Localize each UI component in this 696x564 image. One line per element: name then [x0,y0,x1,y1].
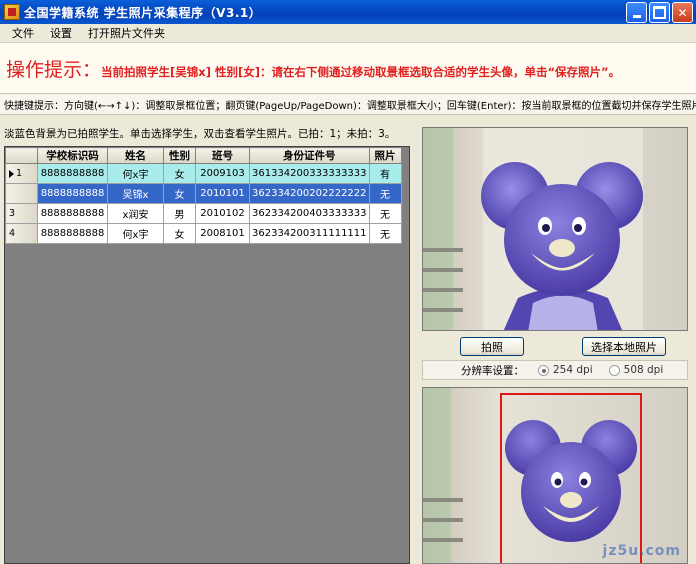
cell-class[interactable]: 2010102 [195,203,250,224]
close-button[interactable]: ✕ [672,2,693,23]
col-gender[interactable]: 性别 [163,147,196,164]
watermark: jz5u.com [602,543,681,559]
camera-preview-image [423,128,687,330]
app-icon [4,4,20,20]
hint-title: 操作提示： [6,59,102,81]
cell-school-id[interactable]: 8888888888 [37,203,108,224]
menu-open-photo-folder[interactable]: 打开照片文件夹 [80,25,173,41]
menu-settings[interactable]: 设置 [42,25,80,41]
table-row[interactable]: 1 8888888888 何x宇 女 2009103 3613342003333… [5,163,402,184]
operation-hint: 操作提示：当前拍照学生[吴锦x] 性别[女]：请在右下侧通过移动取景框选取合适的… [0,43,696,93]
shortcut-text: 方向键(←→↑↓)：调整取景框位置；翻页键(PageUp/PageDown)：调… [64,100,696,112]
student-grid[interactable]: 学校标识码 姓名 性别 班号 身份证件号 照片 1 8888888888 何x宇… [4,146,410,564]
grid-corner [5,147,38,164]
col-name[interactable]: 姓名 [107,147,164,164]
radio-selected-icon[interactable] [538,364,549,376]
cell-school-id[interactable]: 8888888888 [37,223,108,244]
resolution-setting: 分辨率设置： 254 dpi 508 dpi [422,360,688,380]
col-id-number[interactable]: 身份证件号 [249,147,370,164]
cell-school-id[interactable]: 8888888888 [37,163,108,184]
menu-bar: 文件 设置 打开照片文件夹 [0,24,696,43]
crop-preview-image [423,388,687,563]
minimize-button[interactable] [626,2,647,23]
cell-school-id[interactable]: 8888888888 [37,183,108,204]
cell-gender[interactable]: 女 [163,163,196,184]
cell-photo[interactable]: 无 [368,183,402,204]
row-header[interactable]: 1 [5,163,38,184]
col-class[interactable]: 班号 [195,147,250,164]
dpi-254-option[interactable]: 254 dpi [538,364,593,376]
cell-name[interactable]: 何x宇 [107,223,164,244]
dpi-508-option[interactable]: 508 dpi [608,364,663,376]
row-header[interactable] [5,183,38,204]
cell-class[interactable]: 2009103 [195,163,250,184]
cell-gender[interactable]: 男 [163,203,196,224]
cell-class[interactable]: 2010101 [195,183,250,204]
cell-id-number[interactable]: 362334200403333333 [249,203,370,224]
cell-gender[interactable]: 女 [163,223,196,244]
cell-photo[interactable]: 无 [368,223,402,244]
resolution-label: 分辨率设置： [461,364,524,377]
legend-note: 淡蓝色背景为已拍照学生。单击选择学生，双击查看学生照片。已拍：1；未拍：3。 [4,128,396,140]
select-local-photo-button[interactable]: 选择本地照片 [582,337,666,356]
cell-gender[interactable]: 女 [163,183,196,204]
maximize-button[interactable] [649,2,670,23]
current-row-pointer-icon [9,169,14,178]
shoot-button[interactable]: 拍照 [460,337,524,356]
row-header[interactable]: 3 [5,203,38,224]
shortcut-hint-bar: 快捷键提示： 方向键(←→↑↓)：调整取景框位置；翻页键(PageUp/Page… [0,93,696,115]
cell-class[interactable]: 2008101 [195,223,250,244]
menu-file[interactable]: 文件 [4,25,42,41]
camera-panel: 拍照 选择本地照片 分辨率设置： 254 dpi 508 dpi jz5u.co… [416,115,696,564]
cell-name[interactable]: x润安 [107,203,164,224]
cell-photo[interactable]: 无 [368,203,402,224]
radio-unselected-icon[interactable] [608,364,620,376]
cell-photo[interactable]: 有 [368,163,402,184]
shortcut-label: 快捷键提示： [4,100,64,112]
hint-text: 当前拍照学生[吴锦x] 性别[女]：请在右下侧通过移动取景框选取合适的学生头像，… [101,65,621,79]
table-row[interactable]: 8888888888 吴锦x 女 2010101 362334200202222… [5,183,402,204]
cell-name[interactable]: 吴锦x [107,183,164,204]
col-school-id[interactable]: 学校标识码 [37,147,108,164]
title-bar: 全国学籍系统 学生照片采集程序（V3.1） ✕ [0,0,696,24]
cell-id-number[interactable]: 362334200311111111 [249,223,370,244]
crop-preview[interactable]: jz5u.com [422,387,688,564]
table-row[interactable]: 3 8888888888 x润安 男 2010102 3623342004033… [5,203,402,224]
window-controls: ✕ [626,2,693,23]
cell-id-number[interactable]: 361334200333333333 [249,163,370,184]
camera-preview [422,127,688,331]
cell-name[interactable]: 何x宇 [107,163,164,184]
cell-id-number[interactable]: 362334200202222222 [249,183,370,204]
table-row[interactable]: 4 8888888888 何x宇 女 2008101 3623342003111… [5,223,402,244]
col-photo[interactable]: 照片 [368,147,402,164]
row-header[interactable]: 4 [5,223,38,244]
window-title: 全国学籍系统 学生照片采集程序（V3.1） [24,5,262,20]
